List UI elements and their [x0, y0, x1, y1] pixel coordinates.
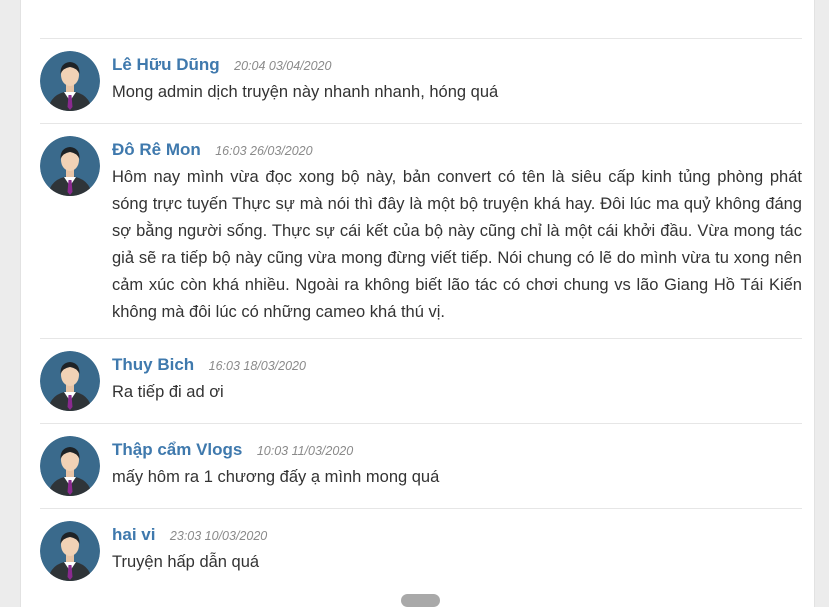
comment-text: Truyện hấp dẫn quá [112, 553, 260, 571]
comment-meta: hai vi 23:03 10/03/2020 [112, 521, 802, 549]
comment-time: 16:03 26/03/2020 [215, 144, 313, 158]
comment-text: mấy hôm ra 1 chương đấy ạ mình mong quá [112, 468, 440, 486]
comment-meta: Thuy Bich 16:03 18/03/2020 [112, 351, 802, 379]
comment-time: 16:03 18/03/2020 [208, 359, 306, 373]
comment-text: Hôm nay mình vừa đọc xong bộ này, bản co… [112, 168, 802, 321]
scroll-handle[interactable] [401, 594, 440, 607]
comment-meta: Lê Hữu Dũng 20:04 03/04/2020 [112, 51, 802, 79]
comment-author[interactable]: hai vi [112, 525, 155, 544]
comment-author[interactable]: Đô Rê Mon [112, 140, 201, 159]
comments-panel: Lê Hữu Dũng 20:04 03/04/2020 Mong admin … [20, 0, 815, 607]
comment-item: Thập cẩm Vlogs 10:03 11/03/2020 mấy hôm … [40, 423, 802, 508]
comment-text: Ra tiếp đi ad ơi [112, 383, 224, 401]
user-avatar-icon[interactable] [40, 521, 100, 581]
comment-meta: Đô Rê Mon 16:03 26/03/2020 [112, 136, 802, 164]
comment-text: Mong admin dịch truyện này nhanh nhanh, … [112, 83, 499, 101]
comment-item: hai vi 23:03 10/03/2020 Truyện hấp dẫn q… [40, 508, 802, 593]
comment-item: Thuy Bich 16:03 18/03/2020 Ra tiếp đi ad… [40, 338, 802, 423]
comment-author[interactable]: Thập cẩm Vlogs [112, 440, 242, 459]
comment-time: 20:04 03/04/2020 [234, 59, 332, 73]
comment-item: Lê Hữu Dũng 20:04 03/04/2020 Mong admin … [40, 38, 802, 123]
comment-author[interactable]: Thuy Bich [112, 355, 194, 374]
comment-item: Đô Rê Mon 16:03 26/03/2020 Hôm nay mình … [40, 123, 802, 338]
user-avatar-icon[interactable] [40, 436, 100, 496]
comment-time: 23:03 10/03/2020 [169, 529, 268, 543]
comment-author[interactable]: Lê Hữu Dũng [112, 55, 220, 74]
user-avatar-icon[interactable] [40, 51, 100, 111]
user-avatar-icon[interactable] [40, 136, 100, 196]
user-avatar-icon[interactable] [40, 351, 100, 411]
comment-list: Lê Hữu Dũng 20:04 03/04/2020 Mong admin … [40, 38, 802, 593]
comment-time: 10:03 11/03/2020 [256, 444, 354, 458]
comment-meta: Thập cẩm Vlogs 10:03 11/03/2020 [112, 436, 802, 464]
